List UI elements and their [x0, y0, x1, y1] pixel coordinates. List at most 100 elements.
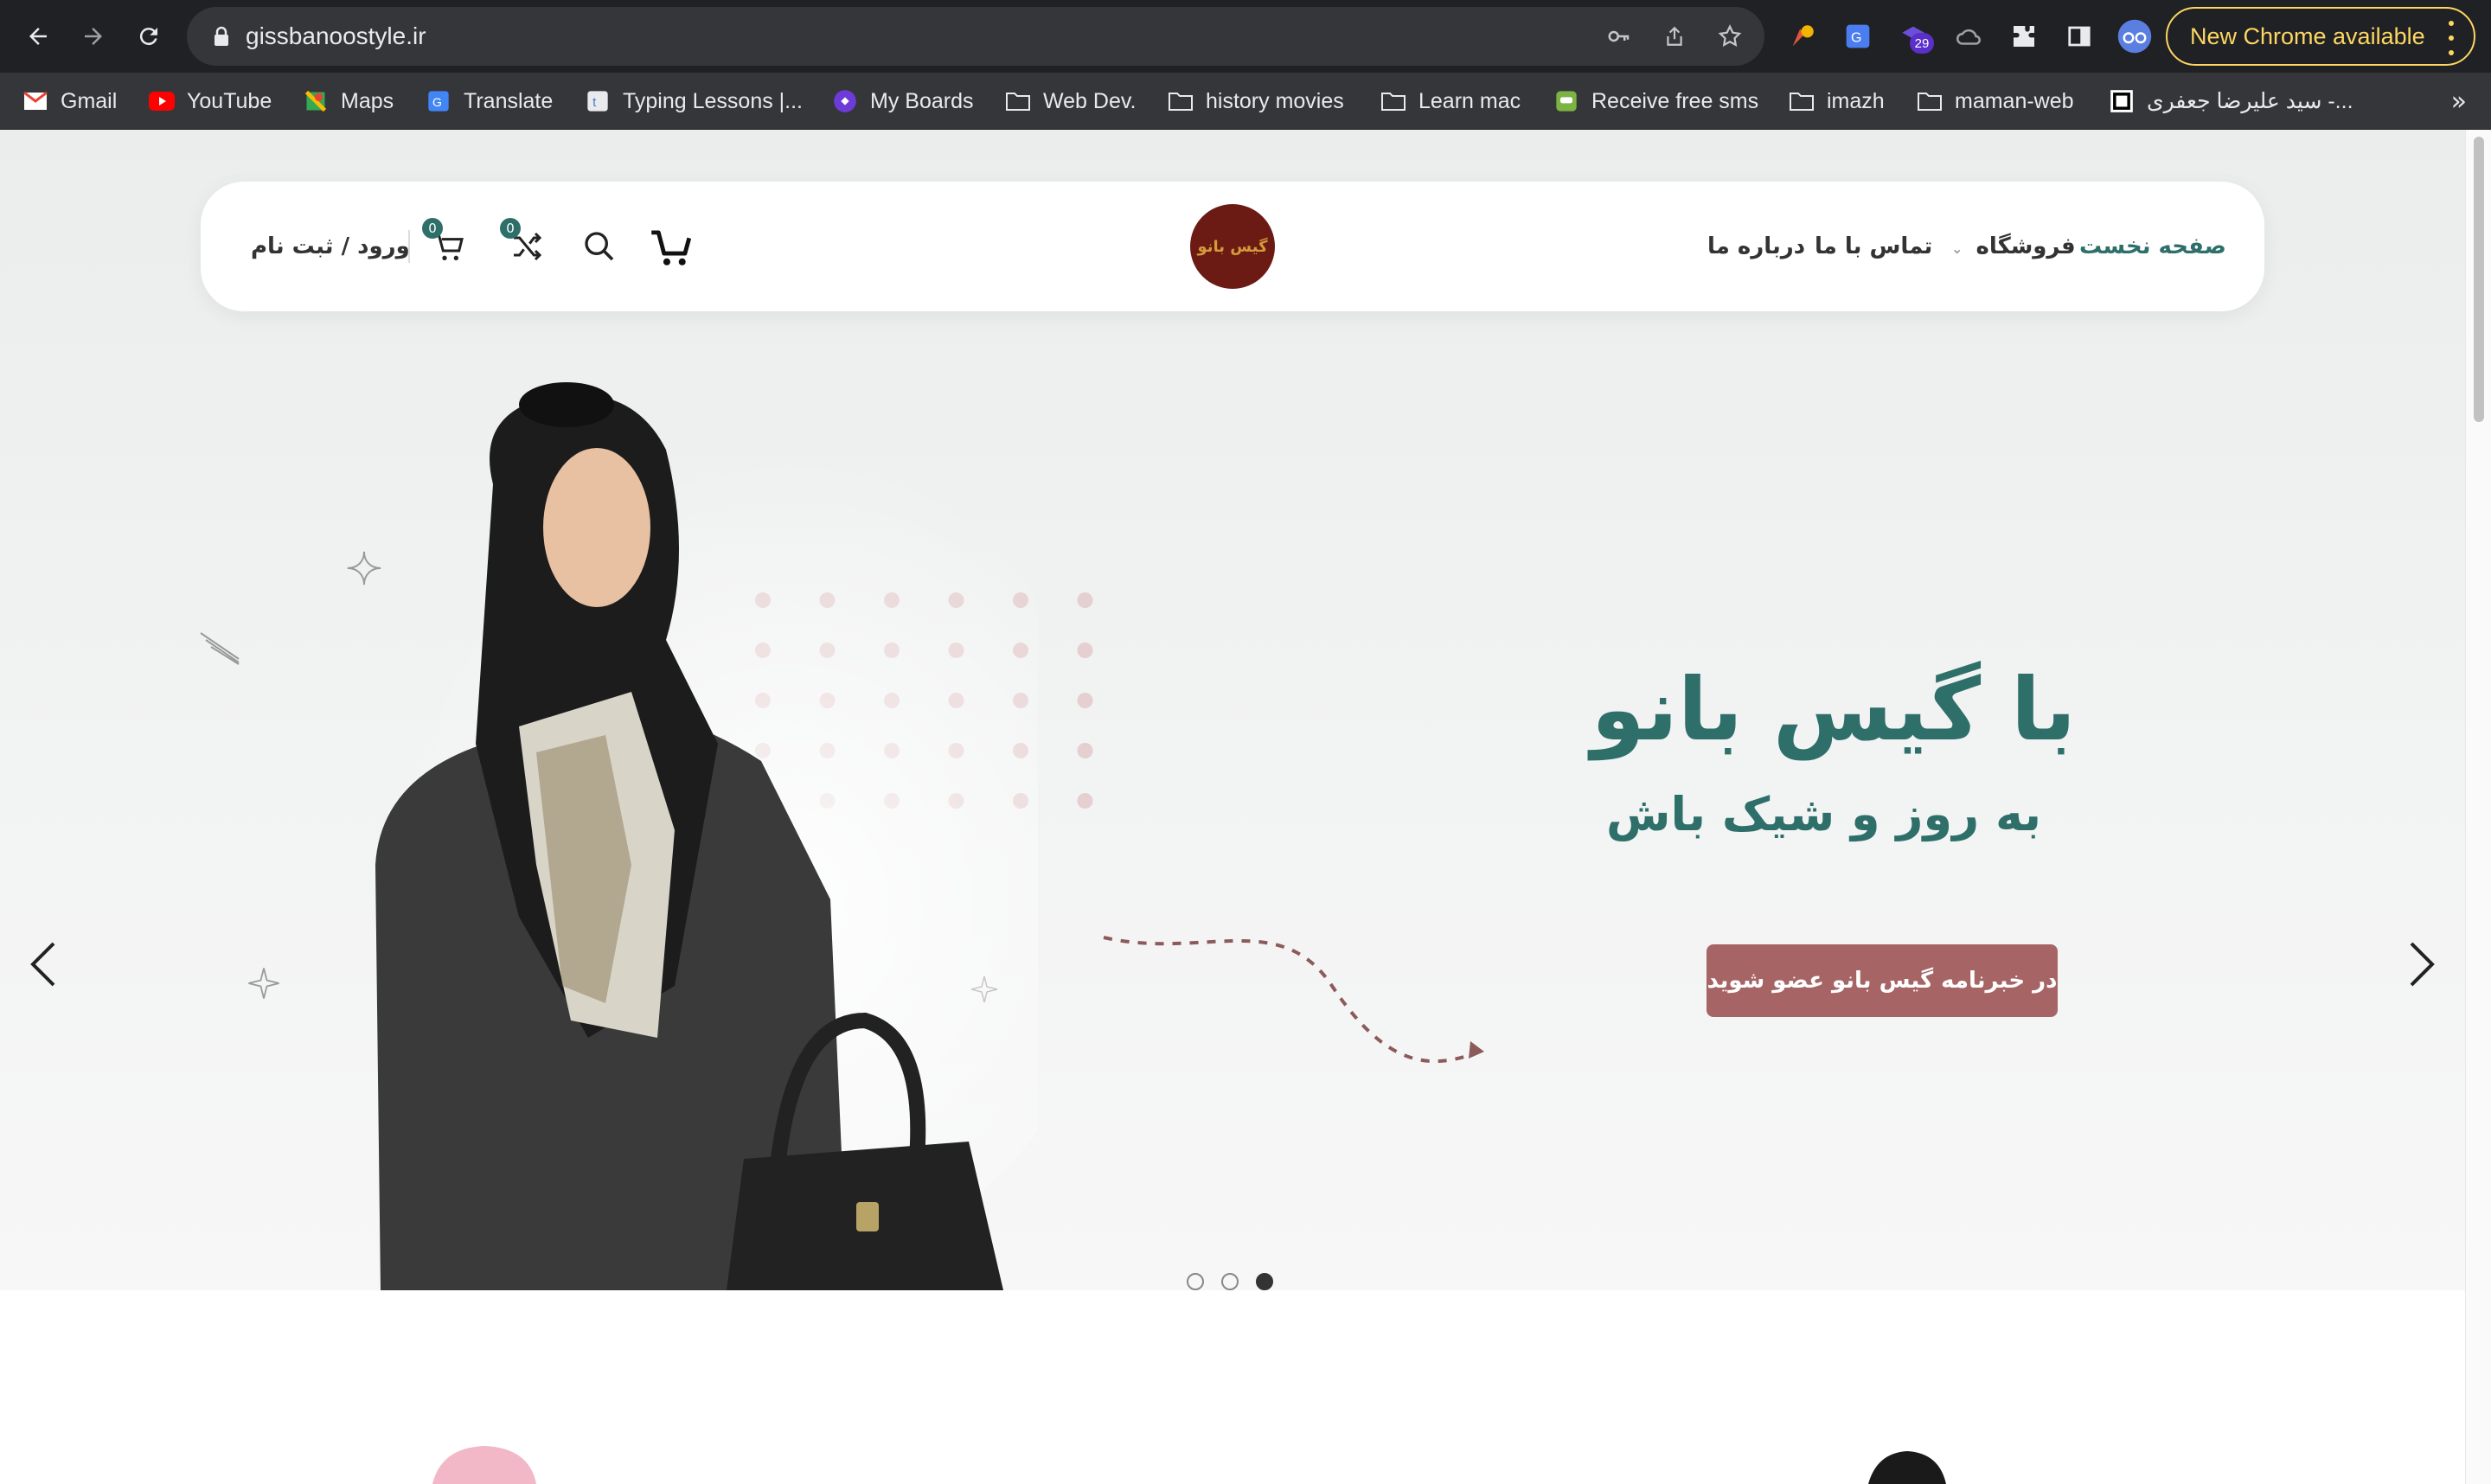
- dashed-arrow-decoration: [1103, 936, 1484, 1064]
- svg-text:G: G: [432, 95, 442, 109]
- product-thumbnail-bag[interactable]: [1860, 1448, 1955, 1484]
- svg-text:G: G: [1851, 31, 1861, 46]
- bookmarks-overflow-button[interactable]: »: [2451, 86, 2467, 117]
- web-page: صفحه نخست فروشگاه ⌄ تماس با ما درباره ما…: [0, 130, 2491, 1484]
- nav-shop[interactable]: فروشگاه ⌄: [1951, 182, 2076, 311]
- extension-color-icon[interactable]: [1783, 17, 1822, 55]
- hero-model-illustration: [375, 382, 1038, 1290]
- bookmark-history-movies[interactable]: history movies: [1168, 73, 1344, 130]
- slider-dot-active[interactable]: [1256, 1273, 1273, 1290]
- bookmark-translate[interactable]: G Translate: [426, 73, 553, 130]
- slider-prev-button[interactable]: [21, 934, 64, 995]
- extensions-puzzle-icon[interactable]: [2005, 17, 2043, 55]
- bookmark-label: سید علیرضا جعفری -...: [2147, 89, 2353, 113]
- cart-icon[interactable]: 0: [422, 218, 471, 268]
- chevron-down-icon: ⌄: [1951, 240, 1963, 257]
- bookmark-label: Maps: [341, 88, 394, 113]
- google-translate-icon[interactable]: G: [1839, 17, 1877, 55]
- hero-subheadline: به روز و شیک باش: [1605, 787, 2041, 841]
- folder-icon: [1789, 88, 1815, 114]
- typing-icon: t: [585, 88, 611, 114]
- bookmark-learn-mac[interactable]: Learn mac: [1380, 73, 1521, 130]
- bookmark-imazh[interactable]: imazh: [1789, 73, 1885, 130]
- folder-icon: [1917, 88, 1943, 114]
- cart-count-badge: 0: [422, 218, 443, 239]
- bookmark-maps[interactable]: Maps: [303, 73, 394, 130]
- url-text[interactable]: gissbanoostyle.ir: [246, 7, 426, 66]
- logo-text: گیس بانو: [1197, 237, 1268, 256]
- address-bar[interactable]: gissbanoostyle.ir: [187, 7, 1764, 66]
- slider-dot[interactable]: [1187, 1273, 1204, 1290]
- translate-icon: G: [426, 88, 451, 114]
- bookmark-star-icon[interactable]: [1713, 19, 1747, 54]
- chrome-update-button[interactable]: New Chrome available: [2166, 7, 2475, 66]
- slider-next-button[interactable]: [2401, 934, 2444, 995]
- page-scrollbar[interactable]: [2465, 130, 2491, 1484]
- chrome-update-label: New Chrome available: [2190, 22, 2425, 49]
- lock-icon[interactable]: [204, 19, 239, 54]
- bookmark-youtube[interactable]: YouTube: [149, 73, 272, 130]
- nav-contact[interactable]: تماس با ما: [1815, 182, 1932, 311]
- folder-icon: [1168, 88, 1194, 114]
- bookmark-label: YouTube: [187, 88, 272, 113]
- brand-cart-logo-icon[interactable]: [649, 225, 692, 268]
- reload-button[interactable]: [128, 16, 170, 57]
- product-thumbnail-scarf[interactable]: [424, 1444, 545, 1484]
- bookmark-label: maman-web: [1955, 88, 2074, 113]
- hero-slider: صفحه نخست فروشگاه ⌄ تماس با ما درباره ما…: [0, 130, 2465, 1290]
- hero-headline: با گیس بانو: [1591, 659, 2076, 760]
- bookmark-label: Typing Lessons |...: [623, 88, 803, 113]
- login-register-link[interactable]: ورود / ثبت نام: [251, 182, 410, 311]
- share-icon[interactable]: [1657, 19, 1692, 54]
- bookmark-web-dev[interactable]: Web Dev.: [1005, 73, 1136, 130]
- bookmark-gmail[interactable]: Gmail: [22, 73, 117, 130]
- menu-dots-icon[interactable]: [2448, 21, 2455, 55]
- nav-shop-label: فروشگاه: [1976, 233, 2076, 259]
- bookmark-seyed-alireza[interactable]: سید علیرضا جعفری -...: [2109, 73, 2353, 130]
- back-button[interactable]: [17, 16, 59, 57]
- extension-badge-icon[interactable]: 29: [1894, 17, 1934, 55]
- maps-icon: [303, 88, 329, 114]
- sms-icon: [1553, 88, 1579, 114]
- search-icon[interactable]: [578, 225, 621, 268]
- bookmark-label: history movies: [1206, 88, 1344, 113]
- site-logo[interactable]: گیس بانو: [1190, 204, 1275, 289]
- scrollbar-thumb[interactable]: [2474, 137, 2484, 422]
- bookmarks-bar: Gmail YouTube Maps G Translate t Typing …: [0, 73, 2491, 130]
- speed-lines-icon: [200, 632, 240, 665]
- gmail-icon: [22, 88, 48, 114]
- nav-home[interactable]: صفحه نخست: [2079, 182, 2226, 311]
- folder-icon: [1380, 88, 1406, 114]
- slider-dot[interactable]: [1221, 1273, 1239, 1290]
- cloud-icon[interactable]: [1950, 17, 1988, 55]
- square-icon: [2109, 88, 2135, 114]
- newsletter-cta-button[interactable]: در خبرنامه گیس بانو عضو شوید: [1707, 944, 2058, 1017]
- forward-button[interactable]: [73, 16, 114, 57]
- bookmark-receive-free-sms[interactable]: Receive free sms: [1553, 73, 1758, 130]
- folder-icon: [1005, 88, 1031, 114]
- bookmark-label: imazh: [1827, 88, 1885, 113]
- site-header: صفحه نخست فروشگاه ⌄ تماس با ما درباره ما…: [201, 182, 2264, 311]
- browser-toolbar: gissbanoostyle.ir G 29 New Chrome availa…: [0, 0, 2491, 73]
- sparkle-icon: [248, 968, 279, 999]
- bookmark-my-boards[interactable]: My Boards: [832, 73, 973, 130]
- nav-about[interactable]: درباره ما: [1707, 182, 1805, 311]
- slider-pagination: [1187, 1273, 1273, 1290]
- bookmark-label: Translate: [464, 88, 554, 113]
- youtube-icon: [149, 88, 175, 114]
- extension-badge-count: 29: [1910, 33, 1934, 54]
- chevron-right-icon: [2410, 942, 2435, 987]
- bookmark-typing-lessons[interactable]: t Typing Lessons |...: [585, 73, 803, 130]
- profile-avatar-icon[interactable]: [2116, 17, 2154, 55]
- key-icon[interactable]: [1602, 19, 1636, 54]
- bookmark-label: Learn mac: [1418, 88, 1521, 113]
- chevron-left-icon: [30, 942, 55, 987]
- boards-icon: [832, 88, 858, 114]
- bookmark-label: Gmail: [61, 88, 118, 113]
- compare-count-badge: 0: [500, 218, 521, 239]
- bookmark-label: Receive free sms: [1591, 88, 1759, 113]
- compare-icon[interactable]: 0: [500, 218, 548, 268]
- bookmark-maman-web[interactable]: maman-web: [1917, 73, 2074, 130]
- bookmark-label: My Boards: [870, 88, 974, 113]
- side-panel-icon[interactable]: [2060, 17, 2098, 55]
